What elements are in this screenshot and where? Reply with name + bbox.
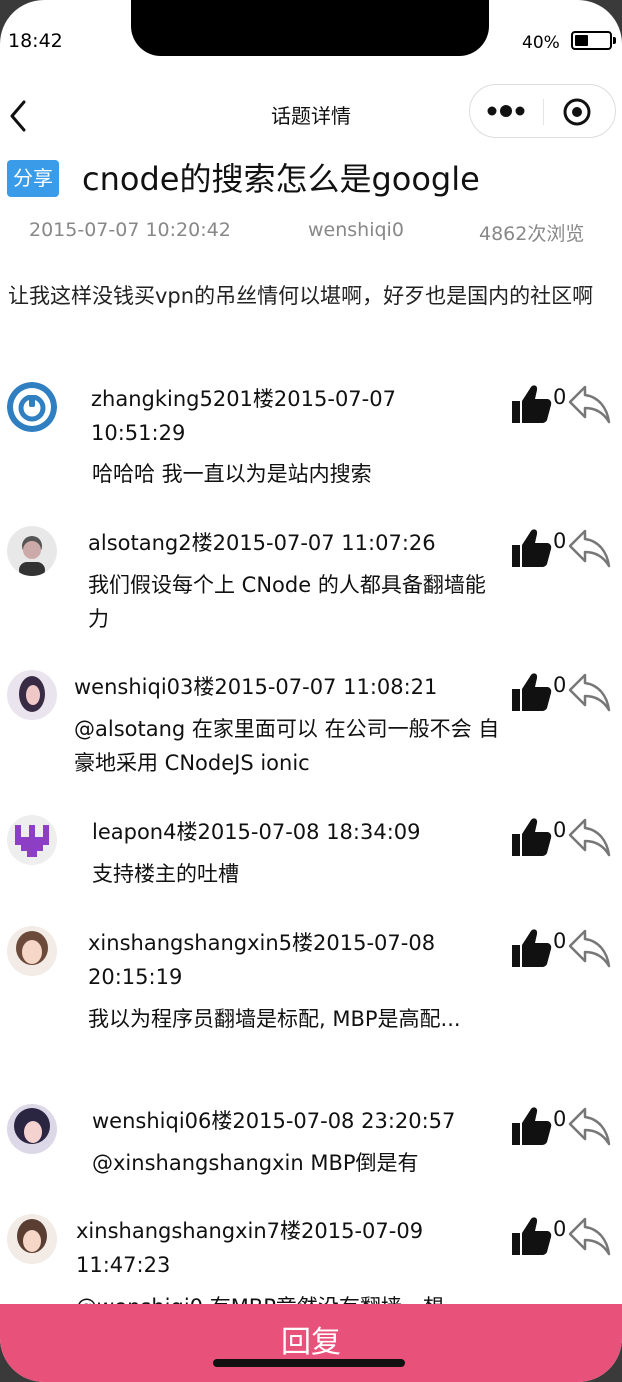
user-photo-avatar-icon: [7, 1104, 57, 1154]
phone-screen: 18:42 40% 话题详情 分享 cnode的搜索怎么是google 2015…: [0, 0, 622, 1382]
like-count: 0: [553, 929, 567, 953]
reply-header: xinshangshangxin7楼2015-07-09 11:47:23: [76, 1219, 424, 1277]
thumbs-up-icon: [512, 385, 552, 423]
thumbs-up-icon: [512, 673, 552, 711]
reply-to-button[interactable]: [567, 382, 611, 426]
thumbs-up-icon: [512, 1107, 552, 1145]
home-indicator: [213, 1359, 405, 1367]
like-button[interactable]: [509, 815, 553, 859]
reply-to-button[interactable]: [567, 1104, 611, 1148]
reply-header: wenshiqi03楼2015-07-07 11:08:21: [74, 675, 438, 699]
avatar[interactable]: [7, 1214, 57, 1264]
reply-to-button[interactable]: [567, 815, 611, 859]
avatar[interactable]: [7, 382, 57, 432]
like-button[interactable]: [509, 1104, 553, 1148]
close-miniapp-button[interactable]: [562, 97, 592, 127]
like-button[interactable]: [509, 670, 553, 714]
like-count: 0: [553, 818, 567, 842]
notch: [131, 0, 489, 56]
topic-created-at: 2015-07-07 10:20:42: [29, 219, 231, 241]
reply-body: 哈哈哈 我一直以为是站内搜索: [92, 462, 372, 486]
power-avatar-icon: [7, 382, 57, 432]
like-button[interactable]: [509, 382, 553, 426]
reply-arrow-icon: [568, 529, 611, 568]
reply-header: leapon4楼2015-07-08 18:34:09: [92, 820, 421, 844]
battery-icon: [571, 31, 616, 50]
reply-header: wenshiqi06楼2015-07-08 23:20:57: [92, 1109, 456, 1133]
reply-body: 我们假设每个上 CNode 的人都具备翻墙能力: [88, 573, 486, 631]
reply-body: 支持楼主的吐槽: [92, 862, 239, 886]
user-photo-avatar-icon: [7, 1214, 57, 1264]
topic-author[interactable]: wenshiqi0: [308, 219, 404, 241]
like-count: 0: [553, 673, 567, 697]
avatar[interactable]: [7, 670, 57, 720]
more-dots-icon: [487, 105, 525, 117]
reply-arrow-icon: [568, 385, 611, 424]
reply-header: xinshangshangxin5楼2015-07-08 20:15:19: [88, 931, 436, 989]
avatar[interactable]: [7, 926, 57, 976]
avatar[interactable]: [7, 815, 57, 865]
reply-arrow-icon: [568, 1217, 611, 1256]
capsule-divider: [543, 99, 544, 125]
like-count: 0: [553, 1107, 567, 1131]
reply-to-button[interactable]: [567, 926, 611, 970]
reply-arrow-icon: [568, 1107, 611, 1146]
topic-views: 4862次浏览: [479, 223, 585, 245]
like-count: 0: [553, 385, 567, 409]
topic-content: 让我这样没钱买vpn的吊丝情何以堪啊，好歹也是国内的社区啊: [8, 284, 594, 308]
thumbs-up-icon: [512, 1217, 552, 1255]
topic-title: cnode的搜索怎么是google: [82, 160, 480, 198]
pixel-avatar-icon: [7, 815, 57, 865]
thumbs-up-icon: [512, 818, 552, 856]
like-count: 0: [553, 529, 567, 553]
reply-to-button[interactable]: [567, 1214, 611, 1258]
reply-body: @xinshangshangxin MBP倒是有: [92, 1151, 419, 1175]
reply-button[interactable]: 回复: [0, 1304, 622, 1382]
avatar[interactable]: [7, 526, 57, 576]
reply-arrow-icon: [568, 673, 611, 712]
reply-arrow-icon: [568, 818, 611, 857]
reply-body: 我以为程序员翻墙是标配, MBP是高配...: [88, 1007, 461, 1031]
like-count: 0: [553, 1217, 567, 1241]
reply-header: zhangking5201楼2015-07-07 10:51:29: [91, 387, 396, 445]
like-button[interactable]: [509, 526, 553, 570]
target-close-icon: [563, 98, 591, 126]
reply-arrow-icon: [568, 929, 611, 968]
user-photo-avatar-icon: [7, 926, 57, 976]
more-button[interactable]: [484, 97, 540, 125]
topic-tag: 分享: [7, 160, 59, 197]
user-photo-avatar-icon: [7, 670, 57, 720]
reply-to-button[interactable]: [567, 670, 611, 714]
reply-header: alsotang2楼2015-07-07 11:07:26: [88, 531, 436, 555]
battery-percent: 40%: [522, 33, 560, 53]
like-button[interactable]: [509, 1214, 553, 1258]
user-photo-avatar-icon: [7, 526, 57, 576]
avatar[interactable]: [7, 1104, 57, 1154]
miniapp-capsule: [469, 84, 616, 138]
status-time: 18:42: [8, 30, 63, 52]
like-button[interactable]: [509, 926, 553, 970]
thumbs-up-icon: [512, 929, 552, 967]
battery-level: [575, 35, 588, 46]
reply-body: @alsotang 在家里面可以 在公司一般不会 自豪地采用 CNodeJS i…: [74, 717, 500, 775]
thumbs-up-icon: [512, 529, 552, 567]
reply-to-button[interactable]: [567, 526, 611, 570]
